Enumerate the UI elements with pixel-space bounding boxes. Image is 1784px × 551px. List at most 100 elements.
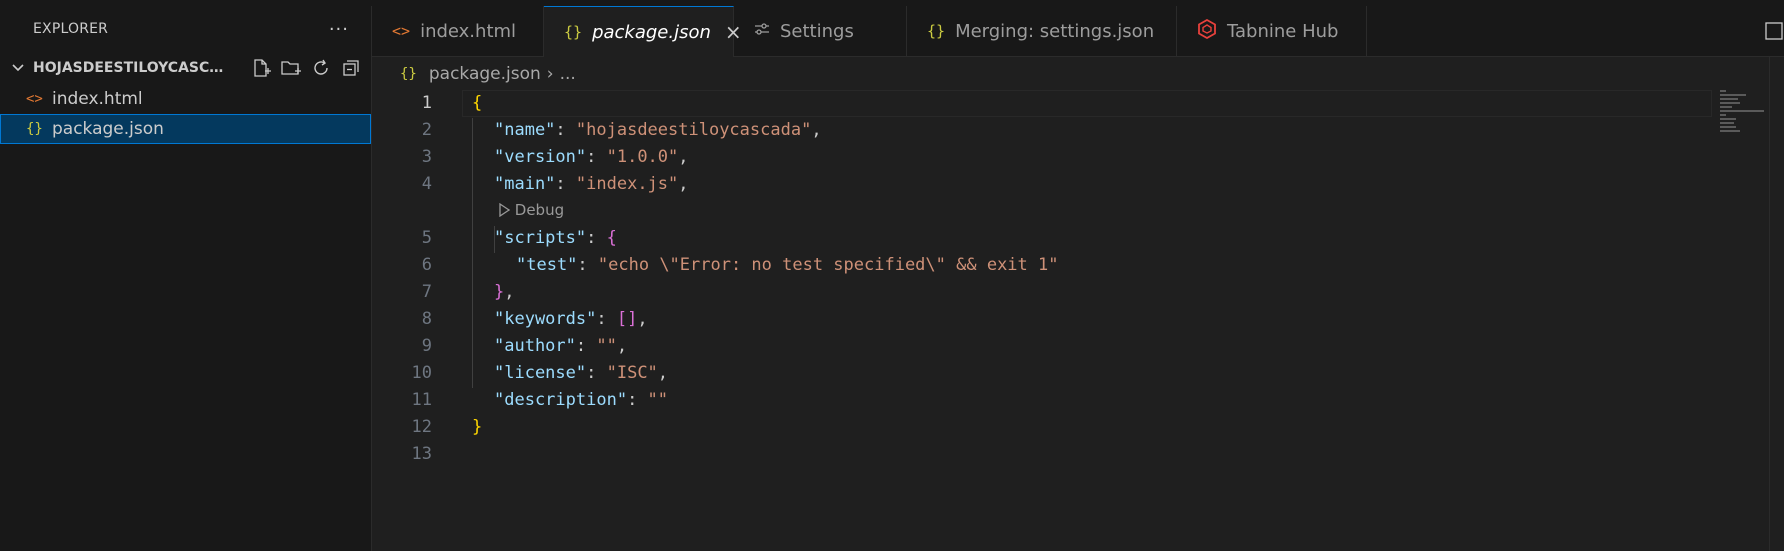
code-text: "test": "echo \"Error: no test specified…: [516, 252, 1058, 279]
brace: {: [606, 228, 617, 248]
file-name: index.html: [52, 89, 143, 109]
json-value: "echo \"Error: no test specified\" && ex…: [597, 255, 1059, 275]
explorer-actions: [249, 56, 363, 80]
line-number: 9: [421, 336, 432, 356]
brace: }: [494, 282, 505, 302]
json-value: []: [616, 309, 638, 329]
colon: :: [586, 228, 607, 248]
tab-tabnine-hub[interactable]: Tabnine Hub: [1177, 6, 1367, 56]
tab-package-json[interactable]: {} package.json ×: [544, 6, 742, 57]
new-file-icon[interactable]: [249, 56, 273, 80]
line-number: 6: [421, 255, 432, 275]
code-line: 6 "test": "echo \"Error: no test specifi…: [372, 252, 1712, 279]
code-line: 10 "license": "ISC",: [372, 360, 1712, 387]
colon: :: [627, 390, 648, 410]
vscode-window: EXPLORER ··· HOJASDEESTILOYCASCA... <> i…: [0, 0, 1784, 551]
more-actions-icon[interactable]: ···: [329, 19, 349, 40]
current-line-highlight: [462, 90, 1712, 117]
tab-label: index.html: [420, 20, 517, 42]
tab-settings[interactable]: Settings: [734, 6, 907, 56]
code-text: "author": "",: [494, 333, 627, 360]
minimap-line: [1720, 130, 1740, 132]
split-editor-icon[interactable]: [1762, 20, 1784, 42]
code-text: },: [494, 279, 515, 306]
file-item-index-html[interactable]: <> index.html: [0, 84, 371, 114]
json-key: "name": [494, 120, 556, 140]
breadcrumb-separator: ›: [546, 64, 554, 84]
json-value: "hojasdeestiloycascada": [575, 120, 812, 140]
json-value: "1.0.0": [606, 147, 679, 167]
settings-sliders-icon: [754, 22, 770, 40]
colon: :: [555, 174, 576, 194]
tab-label: package.json: [592, 21, 711, 43]
code-line: 13: [372, 441, 1712, 468]
code-text: "scripts": {: [494, 225, 617, 252]
code-line: 7 },: [372, 279, 1712, 306]
minimap-line: [1720, 94, 1746, 96]
code-line: 1 {: [372, 90, 1712, 117]
tab-label: Tabnine Hub: [1227, 20, 1339, 42]
debug-codelens[interactable]: Debug: [498, 198, 564, 222]
code-text: "name": "hojasdeestiloycascada",: [494, 117, 822, 144]
code-text: }: [472, 414, 482, 441]
code-text: "description": "": [494, 387, 668, 414]
vertical-scrollbar[interactable]: [1769, 57, 1784, 551]
line-number: 7: [421, 282, 432, 302]
code-line: 11 "description": "": [372, 387, 1712, 414]
code-line: 5 "scripts": {: [372, 225, 1712, 252]
tab-merging-settings-json[interactable]: {} Merging: settings.json: [907, 6, 1177, 56]
minimap-line: [1720, 110, 1764, 112]
html-file-icon: <>: [392, 22, 411, 40]
line-number: 5: [421, 228, 432, 248]
file-item-package-json[interactable]: {} package.json: [0, 114, 371, 144]
line-number: 11: [411, 390, 432, 410]
code-text: "version": "1.0.0",: [494, 144, 689, 171]
code-line: 4 "main": "index.js",: [372, 171, 1712, 198]
json-value: "ISC": [606, 363, 658, 383]
minimap-line: [1720, 114, 1726, 116]
comma: ,: [678, 174, 689, 194]
colon: :: [575, 336, 597, 356]
minimap[interactable]: [1720, 90, 1770, 150]
comma: ,: [637, 309, 648, 329]
json-key: "test": [516, 255, 578, 275]
new-folder-icon[interactable]: [279, 56, 303, 80]
refresh-icon[interactable]: [309, 56, 333, 80]
code-line: 3 "version": "1.0.0",: [372, 144, 1712, 171]
minimap-line: [1720, 102, 1740, 104]
line-number: 1: [421, 93, 432, 113]
minimap-line: [1720, 118, 1736, 120]
comma: ,: [811, 120, 822, 140]
editor-tabs: <> index.html {} package.json × Settings…: [372, 6, 1784, 57]
code-text: "license": "ISC",: [494, 360, 668, 387]
codelens-label: Debug: [514, 201, 565, 219]
json-key: "author": [494, 336, 576, 356]
play-icon: [498, 201, 511, 219]
colon: :: [555, 120, 576, 140]
collapse-all-icon[interactable]: [339, 56, 363, 80]
tab-index-html[interactable]: <> index.html: [372, 6, 544, 56]
line-number: 13: [411, 444, 432, 464]
line-number: 3: [421, 147, 432, 167]
json-key: "scripts": [494, 228, 587, 248]
colon: :: [586, 363, 607, 383]
brace: {: [472, 93, 483, 113]
line-number: 8: [421, 309, 432, 329]
breadcrumb-symbols[interactable]: ...: [560, 64, 576, 84]
minimap-line: [1720, 126, 1736, 128]
workspace-folder[interactable]: HOJASDEESTILOYCASCA...: [0, 52, 371, 84]
brace: }: [472, 417, 483, 437]
chevron-down-icon[interactable]: [10, 60, 26, 76]
line-number: 10: [411, 363, 432, 383]
file-name: package.json: [52, 119, 164, 139]
json-file-icon: {}: [26, 121, 43, 137]
breadcrumb-file[interactable]: package.json: [429, 64, 541, 84]
tabnine-logo-icon: [1197, 18, 1217, 43]
tab-label: Settings: [780, 20, 854, 42]
minimap-line: [1720, 122, 1734, 124]
line-number: 4: [421, 174, 432, 194]
json-key: "version": [494, 147, 587, 167]
code-editor[interactable]: 1 { 2 "name": "hojasdeestiloycascada", 3…: [372, 90, 1712, 551]
explorer-title: EXPLORER: [33, 21, 109, 37]
explorer-sidebar: EXPLORER ··· HOJASDEESTILOYCASCA... <> i…: [0, 6, 372, 551]
